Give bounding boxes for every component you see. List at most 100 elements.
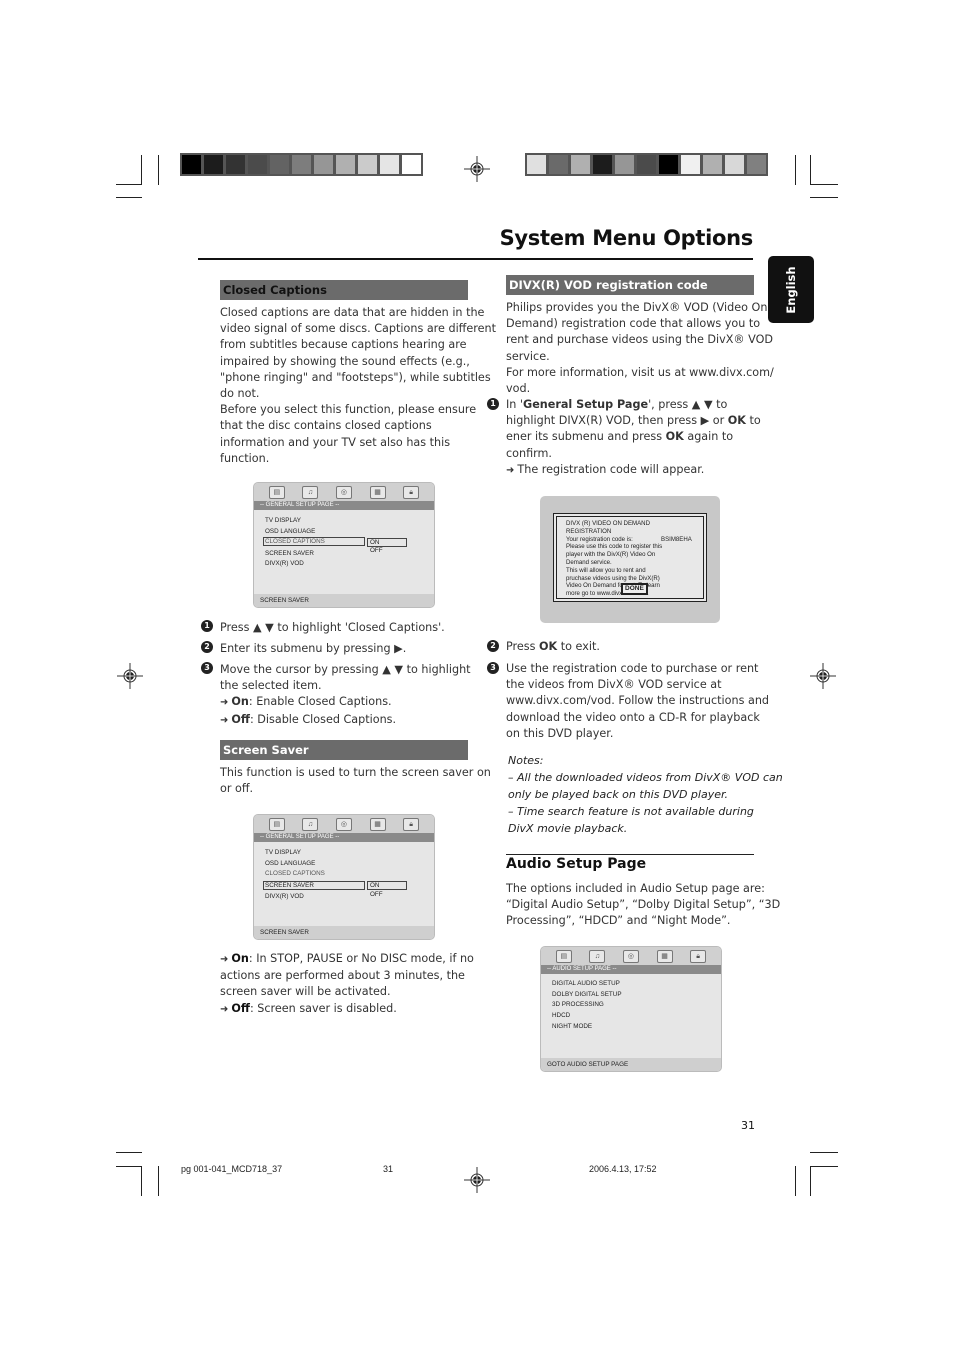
- crop-mark: [116, 197, 142, 198]
- crop-mark: [141, 155, 142, 185]
- dolby-icon: ◎: [335, 485, 352, 499]
- footer-file: pg 001-041_MCD718_37: [181, 1164, 283, 1174]
- dolby-icon: ◎: [622, 949, 639, 963]
- crop-mark: [810, 1152, 838, 1153]
- text-line: on this DVD player.: [506, 726, 614, 740]
- text-line: player with the DivX(R) Video On: [566, 551, 656, 559]
- registration-code: BSIM8EHA: [661, 535, 692, 543]
- crop-mark: [116, 1166, 142, 1167]
- text: highlight DIVX(R) VOD, then press ▶ or: [506, 414, 728, 428]
- notes-title: Notes:: [508, 754, 544, 767]
- option-desc: : Enable Closed Captions.: [248, 695, 392, 709]
- osd-submenu-off: OFF: [370, 547, 383, 554]
- text-line: Before you select this function, please …: [220, 403, 477, 417]
- tv-setup-icon: ▤: [268, 817, 285, 831]
- note-line: – All the downloaded videos from DivX® V…: [508, 771, 783, 784]
- text-line: Closed captions are data that are hidden…: [220, 306, 485, 319]
- option-label: On: [231, 695, 249, 709]
- option-on: ➜ On: Enable Closed Captions.: [220, 694, 471, 711]
- osd-submenu-on: ON: [370, 882, 380, 889]
- text-line: or off.: [220, 782, 254, 796]
- audio-setup-heading: Audio Setup Page: [506, 856, 647, 872]
- text-bold: OK: [727, 414, 746, 428]
- option-desc: : Disable Closed Captions.: [249, 712, 397, 726]
- language-tab: English: [768, 256, 814, 323]
- text-line: vod.: [506, 382, 531, 396]
- audio-setup-body: The options included in Audio Setup page…: [506, 881, 780, 930]
- divx-body: Philips provides you the DivX® VOD (Vide…: [506, 300, 774, 397]
- option-label: Off: [231, 712, 250, 726]
- crop-mark: [116, 184, 142, 185]
- arrow-right-icon: ➜: [220, 1003, 229, 1015]
- color-swatch: [226, 155, 245, 174]
- osd-item: HDCD: [552, 1012, 571, 1019]
- osd-item: DOLBY DIGITAL SETUP: [552, 991, 622, 998]
- section-rule: [506, 854, 754, 855]
- step-number-1: 1: [487, 398, 499, 410]
- osd-footer: SCREEN SAVER: [254, 926, 434, 939]
- text-line: that the disc contains closed captions: [220, 419, 432, 433]
- text-line: For more information, visit us at www.di…: [506, 365, 774, 379]
- divx-heading: DIVX(R) VOD registration code: [506, 275, 754, 295]
- option-off: ➜ Off: Disable Closed Captions.: [220, 712, 471, 729]
- lock-icon: 🔒︎: [690, 949, 707, 963]
- done-button[interactable]: DONE: [621, 583, 648, 595]
- tv-setup-icon: ▤: [268, 485, 285, 499]
- step-number-2: 2: [487, 640, 499, 652]
- screen-saver-heading: Screen Saver: [220, 740, 468, 760]
- dialog-content: DIVX (R) VIDEO ON DEMAND REGISTRATION Yo…: [556, 516, 704, 599]
- crop-mark: [795, 1166, 796, 1196]
- tv-setup-icon: ▤: [555, 949, 572, 963]
- crop-mark: [810, 184, 838, 185]
- divx-registration-dialog: DIVX (R) VIDEO ON DEMAND REGISTRATION Yo…: [540, 496, 720, 623]
- arrow-right-icon: ➜: [506, 464, 515, 476]
- step-number-3: 3: [201, 662, 213, 674]
- osd-general-setup-screen-saver: ▤ ♫ ◎ ▦ 🔒︎ -- GENERAL SETUP PAGE -- TV D…: [253, 814, 435, 940]
- code-row: Your registration code is: BSIM8EHA: [566, 536, 694, 544]
- text-line: Demand) registration code that allows yo…: [506, 317, 761, 331]
- color-swatch: [549, 155, 568, 174]
- color-swatch: [270, 155, 289, 174]
- notes: Notes: – All the downloaded videos from …: [508, 752, 783, 837]
- lock-icon: 🔒︎: [403, 485, 420, 499]
- osd-item: DIGITAL AUDIO SETUP: [552, 980, 620, 987]
- crop-mark: [158, 1166, 159, 1196]
- option-off: ➜ Off: Screen saver is disabled.: [220, 1001, 474, 1018]
- arrow-right-icon: ➜: [220, 714, 229, 726]
- text-line: actions are performed about 3 minutes, t…: [220, 969, 465, 983]
- text: ', press ▲ ▼ to: [648, 398, 728, 411]
- text: to exit.: [557, 640, 600, 653]
- crop-mark: [116, 1152, 142, 1153]
- registration-mark-icon: [464, 156, 490, 182]
- dialog-title: DIVX (R) VIDEO ON DEMAND REGISTRATION: [566, 520, 650, 535]
- text-line: the selected item.: [220, 679, 322, 693]
- color-swatch: [380, 155, 399, 174]
- crop-mark: [810, 1166, 811, 1196]
- color-swatch: [292, 155, 311, 174]
- color-calibration-bar-right: [525, 153, 768, 176]
- osd-submenu-off: OFF: [370, 891, 383, 898]
- text-line: service.: [506, 349, 550, 363]
- registration-mark-icon: [117, 663, 143, 689]
- screen-saver-body: This function is used to turn the screen…: [220, 765, 491, 797]
- text-bold: General Setup Page: [523, 398, 649, 411]
- osd-item: CLOSED CAPTIONS: [265, 870, 325, 877]
- screen-saver-options: ➜ On: In STOP, PAUSE or No DISC mode, if …: [220, 951, 474, 1018]
- color-swatch: [358, 155, 377, 174]
- page-title: System Menu Options: [499, 226, 754, 250]
- crop-mark: [141, 1166, 142, 1196]
- registration-mark-icon: [810, 663, 836, 689]
- arrow-right-icon: ➜: [220, 954, 229, 965]
- footer-sheet: 31: [383, 1164, 394, 1174]
- audio-setup-icon: ♫: [302, 485, 319, 499]
- osd-banner: -- AUDIO SETUP PAGE --: [541, 965, 721, 974]
- page-number: 31: [741, 1119, 755, 1132]
- osd-icon-bar: ▤ ♫ ◎ ▦ 🔒︎: [254, 483, 434, 501]
- text-line: Philips provides you the DivX® VOD (Vide…: [506, 301, 768, 314]
- footer-timestamp: 2006.4.13, 17:52: [589, 1164, 657, 1174]
- text-line: rent and purchase videos using the DivX®…: [506, 333, 774, 347]
- dolby-icon: ◎: [335, 817, 352, 831]
- code-label: Your registration code is:: [566, 535, 633, 543]
- color-swatch: [747, 155, 766, 174]
- color-swatch: [593, 155, 612, 174]
